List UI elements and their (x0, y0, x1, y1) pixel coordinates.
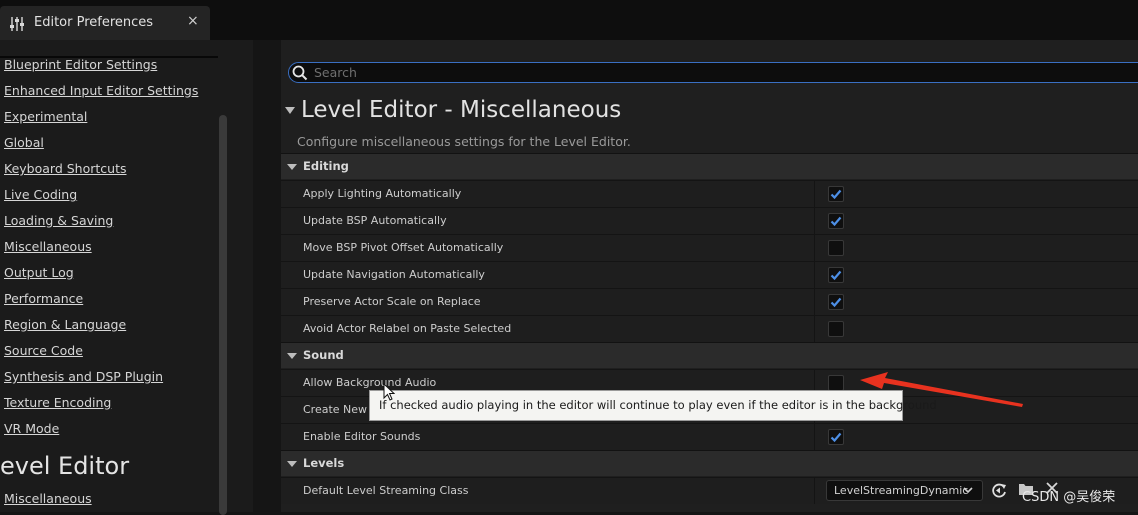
property-row: Enable Editor Sounds (281, 423, 1138, 450)
sidebar-item-level-editor-miscellaneous[interactable]: Miscellaneous (4, 491, 92, 506)
column-divider (814, 181, 815, 207)
dropdown-value: LevelStreamingDynamic (834, 484, 969, 497)
checkbox-allow-background-audio[interactable] (828, 375, 844, 391)
search-icon (292, 65, 308, 81)
chevron-down-icon (963, 487, 973, 494)
tooltip: If checked audio playing in the editor w… (369, 390, 937, 421)
checkbox-apply-lighting[interactable] (828, 186, 844, 202)
sidebar-item-blueprint-editor-settings[interactable]: Blueprint Editor Settings (4, 57, 157, 72)
page-description: Configure miscellaneous settings for the… (297, 134, 631, 149)
property-row: Preserve Actor Scale on Replace (281, 288, 1138, 315)
sidebar-item-live-coding[interactable]: Live Coding (4, 187, 77, 202)
sidebar-item-texture-encoding[interactable]: Texture Encoding (4, 395, 111, 410)
property-row: Apply Lighting Automatically (281, 180, 1138, 207)
sidebar-item-output-log[interactable]: Output Log (4, 265, 74, 280)
property-label: Default Level Streaming Class (303, 484, 469, 497)
property-label: Enable Editor Sounds (303, 430, 421, 443)
category-label: Editing (303, 159, 349, 173)
column-divider (814, 424, 815, 450)
property-label: Apply Lighting Automatically (303, 187, 462, 200)
close-tab-icon[interactable]: × (187, 13, 199, 29)
sidebar-item-synthesis-dsp-plugin[interactable]: Synthesis and DSP Plugin (4, 369, 163, 384)
checkbox-avoid-actor-relabel[interactable] (828, 321, 844, 337)
collapse-section-arrow-icon[interactable] (285, 107, 295, 114)
sidebar-item-keyboard-shortcuts[interactable]: Keyboard Shortcuts (4, 161, 127, 176)
checkmark-icon (830, 432, 842, 443)
chevron-down-icon (287, 353, 297, 359)
property-label: Update Navigation Automatically (303, 268, 485, 281)
category-editing[interactable]: Editing (281, 153, 1138, 179)
column-divider (814, 478, 815, 504)
sidebar-scrollbar[interactable] (219, 115, 227, 515)
mouse-cursor-icon (383, 383, 395, 401)
property-row: Move BSP Pivot Offset Automatically (281, 234, 1138, 261)
category-levels[interactable]: Levels (281, 450, 1138, 476)
column-divider (814, 208, 815, 234)
sidebar-item-global[interactable]: Global (4, 135, 44, 150)
property-row: Avoid Actor Relabel on Paste Selected (281, 315, 1138, 342)
checkbox-update-navigation[interactable] (828, 267, 844, 283)
column-divider (814, 262, 815, 288)
property-row: Default Level Streaming Class (281, 477, 1138, 504)
sidebar-item-experimental[interactable]: Experimental (4, 109, 87, 124)
watermark: CSDN @吴俊荣 (1022, 490, 1116, 505)
sidebar-item-region-language[interactable]: Region & Language (4, 317, 126, 332)
checkmark-icon (830, 270, 842, 281)
search-input[interactable] (314, 64, 1114, 80)
category-label: Sound (303, 348, 344, 362)
property-label: Move BSP Pivot Offset Automatically (303, 241, 504, 254)
sliders-icon (10, 17, 24, 31)
sidebar-item-enhanced-input-editor-settings[interactable]: Enhanced Input Editor Settings (4, 83, 198, 98)
page-title: Level Editor - Miscellaneous (301, 97, 622, 123)
checkbox-enable-editor-sounds[interactable] (828, 429, 844, 445)
column-divider (814, 235, 815, 261)
sidebar-item-miscellaneous[interactable]: Miscellaneous (4, 239, 92, 254)
sidebar-item-performance[interactable]: Performance (4, 291, 83, 306)
checkbox-preserve-actor-scale[interactable] (828, 294, 844, 310)
property-label: Update BSP Automatically (303, 214, 447, 227)
property-label: Avoid Actor Relabel on Paste Selected (303, 322, 512, 335)
property-label: Create New A (303, 403, 379, 416)
annotation-arrow-icon (860, 372, 1023, 407)
tab-title: Editor Preferences (34, 15, 154, 30)
tooltip-text: If checked audio playing in the editor w… (379, 398, 937, 412)
property-row: Update BSP Automatically (281, 207, 1138, 234)
checkmark-icon (830, 189, 842, 200)
chevron-down-icon (287, 461, 297, 467)
sidebar-item-source-code[interactable]: Source Code (4, 343, 83, 358)
checkmark-icon (830, 216, 842, 227)
category-sound[interactable]: Sound (281, 342, 1138, 368)
level-streaming-class-dropdown[interactable]: LevelStreamingDynamic (826, 480, 983, 501)
category-label: Levels (303, 456, 345, 470)
chevron-down-icon (287, 164, 297, 170)
checkbox-move-bsp-pivot[interactable] (828, 240, 844, 256)
sidebar-item-loading-saving[interactable]: Loading & Saving (4, 213, 113, 228)
checkmark-icon (830, 297, 842, 308)
column-divider (814, 289, 815, 315)
property-label: Allow Background Audio (303, 376, 437, 389)
sidebar-item-vr-mode[interactable]: VR Mode (4, 421, 59, 436)
checkbox-update-bsp[interactable] (828, 213, 844, 229)
reset-to-default-icon[interactable] (991, 482, 1008, 499)
property-label: Preserve Actor Scale on Replace (303, 295, 481, 308)
sidebar-section-level-editor: evel Editor (0, 452, 130, 480)
column-divider (814, 316, 815, 342)
property-row: Update Navigation Automatically (281, 261, 1138, 288)
